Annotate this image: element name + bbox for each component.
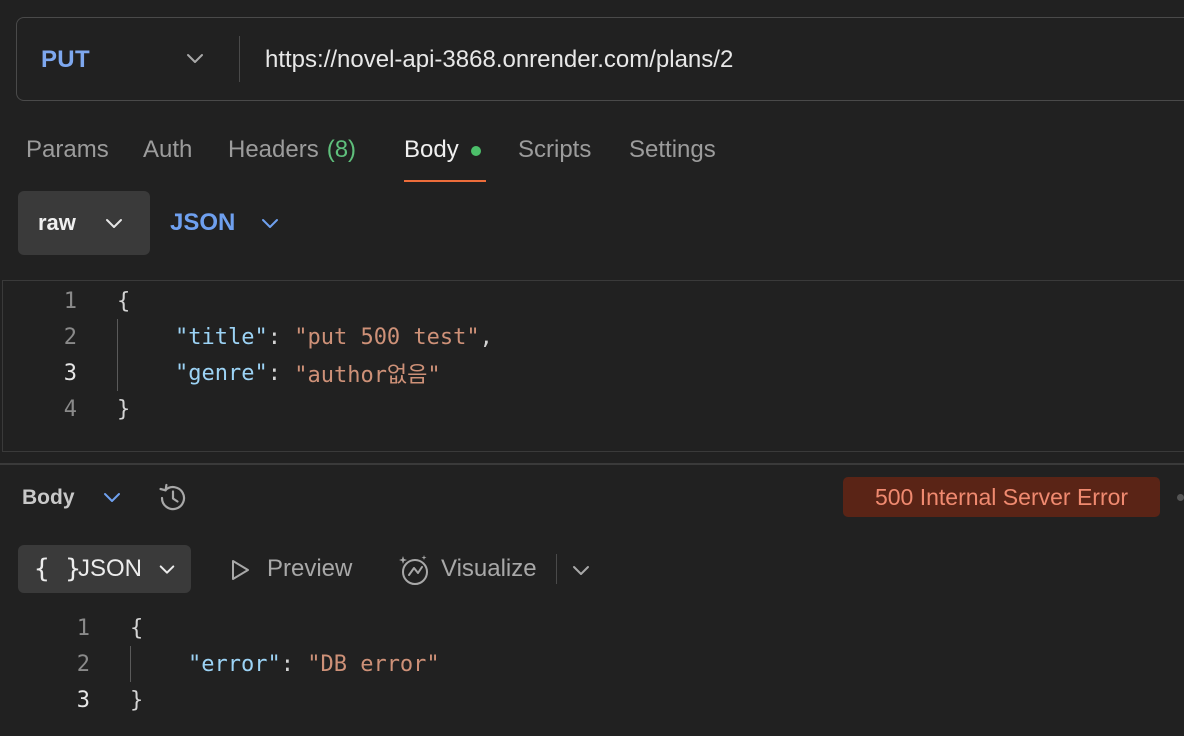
play-icon [232, 560, 249, 580]
code-line: "title": "put 500 test", [175, 324, 493, 350]
tab-headers[interactable]: Headers (8) [228, 130, 356, 184]
body-mode-label: raw [38, 210, 76, 235]
chevron-down-icon [106, 219, 122, 228]
tab-params[interactable]: Params [26, 130, 109, 184]
tab-settings[interactable]: Settings [629, 130, 716, 184]
code-line: "genre": "author없음" [175, 360, 441, 389]
chevron-down-icon[interactable] [185, 49, 205, 69]
request-body-editor[interactable]: 1 2 3 4 { "title": "put 500 test", "genr… [2, 280, 1184, 452]
response-splitter[interactable] [0, 463, 1184, 465]
tab-body[interactable]: Body [404, 130, 481, 184]
code-line: { [117, 288, 131, 314]
chevron-down-icon[interactable] [260, 214, 280, 234]
chevron-down-icon[interactable] [571, 561, 591, 581]
headers-count: (8) [326, 136, 357, 163]
code-line: } [130, 687, 144, 713]
indent-guide [117, 319, 118, 391]
line-number: 2 [76, 651, 90, 677]
chevron-down-icon[interactable] [102, 488, 122, 508]
code-line: } [117, 396, 131, 422]
line-number: 4 [63, 396, 77, 422]
url-divider [239, 36, 240, 82]
url-bar: PUT https://novel-api-3868.onrender.com/… [16, 17, 1184, 101]
indent-guide [130, 646, 131, 682]
line-number: 3 [63, 360, 77, 386]
visualize-divider [556, 554, 557, 584]
url-input[interactable]: https://novel-api-3868.onrender.com/plan… [265, 18, 733, 102]
body-mode-select[interactable]: raw [18, 191, 150, 255]
json-view-label: JSON [78, 555, 143, 582]
line-number: 3 [76, 687, 90, 713]
line-number: 1 [76, 615, 90, 641]
method-select[interactable]: PUT [41, 18, 90, 102]
tab-auth[interactable]: Auth [143, 130, 192, 184]
line-number: 1 [63, 288, 77, 314]
active-tab-underline [404, 180, 486, 182]
visualize-label: Visualize [441, 555, 537, 582]
history-icon[interactable] [156, 481, 190, 515]
body-modified-dot [470, 146, 481, 156]
chevron-down-icon [159, 565, 175, 574]
status-badge[interactable]: 500 Internal Server Error [843, 477, 1160, 517]
code-line: "error": "DB error" [188, 651, 440, 677]
line-number: 2 [63, 324, 77, 350]
more-dot [1177, 494, 1184, 501]
tab-scripts[interactable]: Scripts [518, 130, 591, 184]
response-body-select[interactable]: Body [22, 478, 75, 518]
preview-label: Preview [267, 555, 353, 582]
body-type-select[interactable]: JSON [170, 191, 235, 255]
braces-icon: { } [34, 554, 81, 584]
response-json-view-button[interactable]: { } JSON [18, 545, 191, 593]
code-line: { [130, 615, 144, 641]
visualize-icon [399, 555, 428, 585]
